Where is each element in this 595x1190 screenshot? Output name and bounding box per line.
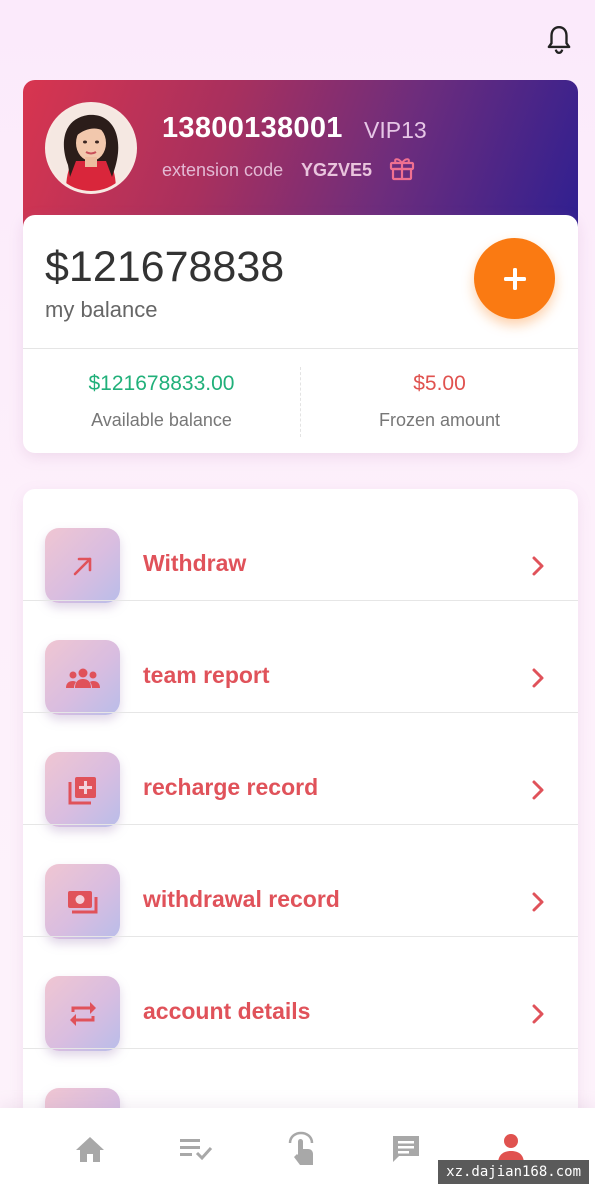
- top-bar: [0, 0, 595, 80]
- balance-amount: $121678838: [45, 243, 285, 291]
- avatar[interactable]: [45, 102, 137, 194]
- add-to-library-icon: [45, 752, 120, 827]
- menu-item-account-details[interactable]: account details: [23, 937, 578, 1051]
- chevron-right-icon: [532, 892, 544, 912]
- menu-label: account details: [143, 998, 311, 1024]
- chevron-right-icon: [532, 556, 544, 576]
- menu-label: recharge record: [143, 774, 319, 800]
- frozen-amount-label: Frozen amount: [378, 410, 501, 430]
- task-list-icon: [179, 1139, 212, 1161]
- balance-label: my balance: [45, 297, 158, 322]
- repeat-icon: [45, 976, 120, 1051]
- money-icon: [45, 864, 120, 939]
- extension-code[interactable]: YGZVE5: [301, 160, 372, 181]
- available-balance-label: Available balance: [91, 410, 232, 430]
- nav-home[interactable]: [30, 1108, 149, 1190]
- balance-card: $121678838 my balance $121678833.00 Avai…: [23, 215, 578, 453]
- extension-code-label: extension code: [162, 160, 284, 180]
- team-icon: [45, 640, 120, 715]
- home-icon: [75, 1137, 104, 1162]
- frozen-amount: $5.00 Frozen amount: [301, 348, 578, 453]
- nav-tasks[interactable]: [136, 1108, 255, 1190]
- add-funds-button[interactable]: [474, 238, 555, 319]
- menu-label: Withdraw: [143, 550, 247, 576]
- chat-icon: [392, 1136, 419, 1162]
- available-balance-value: $121678833.00: [88, 372, 235, 395]
- menu-item-team-report[interactable]: team report: [23, 601, 578, 715]
- available-balance: $121678833.00 Available balance: [23, 348, 300, 453]
- chevron-right-icon: [532, 1004, 544, 1024]
- watermark: xz.dajian168.com: [438, 1160, 589, 1184]
- plus-icon: [503, 267, 526, 290]
- menu-label: team report: [143, 662, 270, 688]
- menu-label: withdrawal record: [143, 886, 340, 912]
- gift-icon[interactable]: [388, 154, 416, 182]
- menu-item-withdrawal-record[interactable]: withdrawal record: [23, 825, 578, 939]
- chevron-right-icon: [532, 780, 544, 800]
- bell-icon[interactable]: [545, 24, 573, 56]
- arrow-up-right-icon: [45, 528, 120, 603]
- vip-level: VIP13: [364, 117, 427, 143]
- frozen-amount-value: $5.00: [413, 372, 466, 395]
- menu-item-recharge-record[interactable]: recharge record: [23, 713, 578, 827]
- nav-grab[interactable]: [241, 1108, 360, 1190]
- user-phone: 13800138001: [162, 112, 343, 144]
- chevron-right-icon: [532, 668, 544, 688]
- tap-icon: [288, 1131, 313, 1165]
- menu-item-withdraw[interactable]: Withdraw: [23, 489, 578, 603]
- menu-card: Withdraw team report recharge record wit…: [23, 489, 578, 1190]
